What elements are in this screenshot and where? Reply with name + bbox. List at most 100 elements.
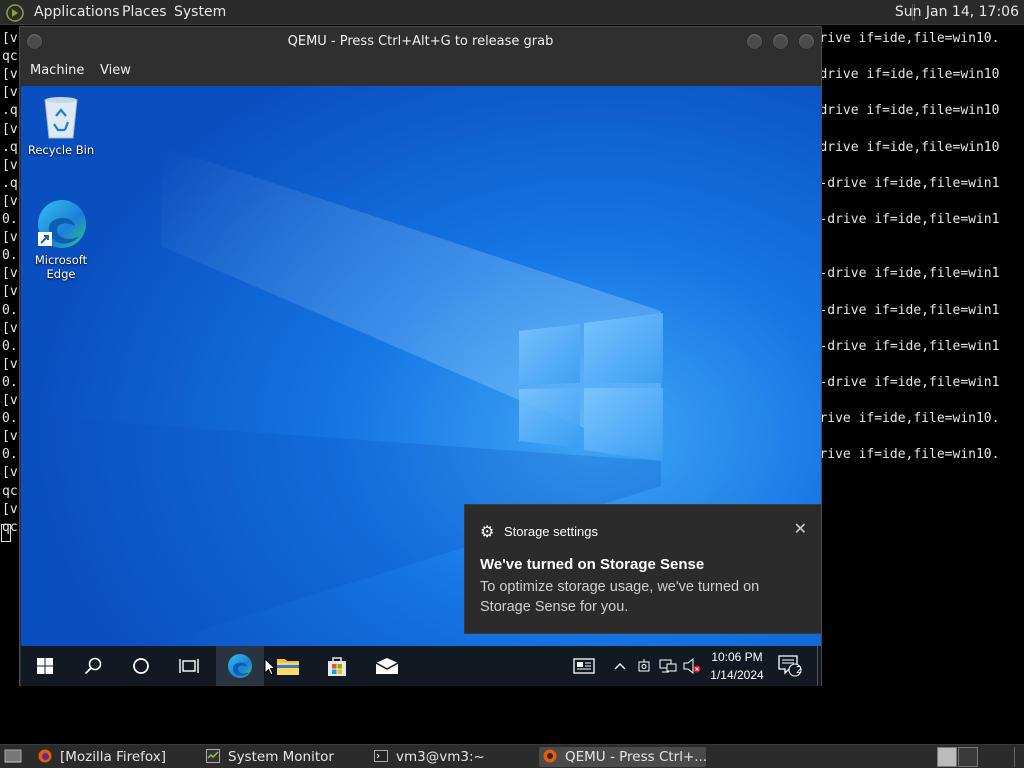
terminal-line: 0. [2, 248, 18, 264]
edge-icon [38, 200, 86, 248]
bottom-panel: [Mozilla Firefox] System Monitor vm3@vm3… [0, 744, 1024, 768]
terminal-line: [v [2, 121, 18, 137]
terminal-line: 0. [2, 411, 18, 427]
firefox-icon [38, 749, 52, 763]
terminal-line: [v [2, 193, 18, 209]
terminal-line: -drive if=ide,file=win1 [819, 302, 1000, 318]
terminal-line: drive if=ide,file=win10 [819, 67, 1000, 83]
terminal-line: .q [2, 139, 18, 155]
desktop-icon-recycle-bin[interactable]: Recycle Bin [21, 94, 101, 157]
task-firefox[interactable]: [Mozilla Firefox] [38, 747, 196, 767]
qemu-window[interactable]: QEMU - Press Ctrl+Alt+G to release grab … [19, 26, 822, 686]
workspace-1[interactable] [937, 747, 957, 767]
terminal-line: qc [2, 49, 18, 65]
qemu-titlebar[interactable]: QEMU - Press Ctrl+Alt+G to release grab [20, 27, 821, 57]
cortana-icon [133, 658, 149, 674]
terminal-line: [v [2, 266, 18, 282]
window-menu-button[interactable] [26, 33, 43, 50]
terminal-line: -drive if=ide,file=win1 [819, 374, 1000, 390]
store-icon [328, 657, 346, 676]
show-desktop-icon[interactable] [4, 748, 22, 765]
terminal-cursor [1, 524, 11, 542]
task-label: System Monitor [228, 749, 334, 765]
tray-volume[interactable] [681, 646, 703, 686]
toast-heading: We've turned on Storage Sense [480, 556, 705, 573]
close-icon[interactable]: ✕ [794, 519, 807, 539]
terminal-line: -drive if=ide,file=win1 [819, 338, 1000, 354]
tray-news[interactable] [569, 646, 599, 686]
tray-chevron[interactable] [609, 646, 631, 686]
terminal-icon [374, 750, 388, 762]
network-icon [659, 659, 677, 673]
windows-taskbar: 10:06 PM 1/14/2024 2 [21, 646, 821, 686]
system-monitor-icon [206, 749, 220, 763]
search-icon [84, 657, 102, 675]
taskbar-date: 1/14/2024 [710, 668, 764, 682]
menu-system[interactable]: System [174, 4, 226, 20]
terminal-line: qc [2, 483, 18, 499]
storage-sense-toast[interactable]: ⚙ Storage settings ✕ We've turned on Sto… [464, 504, 821, 634]
task-system-monitor[interactable]: System Monitor [206, 747, 366, 767]
qemu-icon [543, 749, 557, 763]
terminal-line: [v [2, 393, 18, 408]
menu-view[interactable]: View [100, 63, 131, 78]
terminal-line: [v [2, 501, 18, 517]
toast-app-name: Storage settings [504, 524, 598, 539]
show-desktop-button[interactable] [817, 646, 821, 686]
taskbar-store[interactable] [313, 646, 361, 686]
recycle-bin-icon [44, 97, 78, 139]
tray-network[interactable] [657, 646, 679, 686]
terminal-line: [v [2, 157, 18, 173]
terminal-line: rive if=ide,file=win10. [819, 447, 1000, 463]
task-terminal[interactable]: vm3@vm3:~ [374, 747, 534, 767]
menu-machine[interactable]: Machine [30, 63, 84, 78]
panel-clock[interactable]: Sun Jan 14, 17:06 [895, 4, 1019, 20]
taskbar-edge[interactable] [216, 646, 264, 686]
guest-screen[interactable]: Recycle Bin Microsoft Edge ⚙ Storage set… [21, 86, 821, 686]
tray-device[interactable] [633, 646, 655, 686]
terminal-line: [v [2, 429, 18, 445]
gear-icon: ⚙ [480, 524, 495, 541]
taskbar-time: 10:06 PM [711, 650, 763, 664]
minimize-button[interactable] [746, 33, 763, 50]
terminal-line: -drive if=ide,file=win1 [819, 266, 1000, 282]
taskbar-clock[interactable]: 10:06 PM 1/14/2024 [701, 648, 773, 684]
desktop-icon-label: Microsoft Edge [34, 253, 88, 281]
folder-icon [277, 659, 299, 675]
task-view-icon [179, 659, 199, 673]
desktop-icon-edge[interactable]: Microsoft Edge [21, 198, 101, 281]
task-qemu[interactable]: QEMU - Press Ctrl+... [539, 747, 706, 767]
workspace-2[interactable] [958, 747, 978, 767]
chevron-up-icon [614, 663, 626, 670]
search-button[interactable] [69, 646, 117, 686]
mouse-pointer-icon [264, 658, 276, 676]
close-button[interactable] [798, 33, 815, 50]
terminal-line: drive if=ide,file=win10. [811, 31, 1000, 46]
terminal-line: 0. [2, 302, 18, 318]
desktop-icon-label: Recycle Bin [27, 143, 95, 157]
maximize-button[interactable] [772, 33, 789, 50]
menu-places[interactable]: Places [122, 4, 167, 20]
qemu-menubar: Machine View [20, 57, 821, 85]
terminal-line: .q [2, 175, 18, 191]
distro-logo-icon[interactable] [6, 4, 24, 22]
terminal-line: drive if=ide,file=win10 [819, 103, 1000, 119]
task-label: vm3@vm3:~ [396, 749, 485, 765]
start-button[interactable] [21, 646, 69, 686]
terminal-line: -drive if=ide,file=win1 [819, 212, 1000, 227]
terminal-line: [v [2, 31, 18, 46]
windows-logo-icon [37, 658, 53, 674]
terminal-line: .q [2, 103, 18, 119]
terminal-line: 0. [2, 338, 18, 354]
terminal-line: [v [2, 67, 18, 83]
action-center-button[interactable]: 2 [775, 646, 805, 686]
terminal-line: -drive if=ide,file=win1 [819, 175, 1000, 191]
terminal-line: rive if=ide,file=win10. [819, 411, 1000, 427]
volume-muted-icon [683, 658, 701, 674]
task-view-button[interactable] [165, 646, 213, 686]
taskbar-mail[interactable] [363, 646, 411, 686]
terminal-line: [v [2, 356, 18, 372]
menu-applications[interactable]: Applications [34, 4, 120, 20]
top-panel: Applications Places System Sun Jan 14, 1… [0, 0, 1024, 25]
cortana-button[interactable] [117, 646, 165, 686]
